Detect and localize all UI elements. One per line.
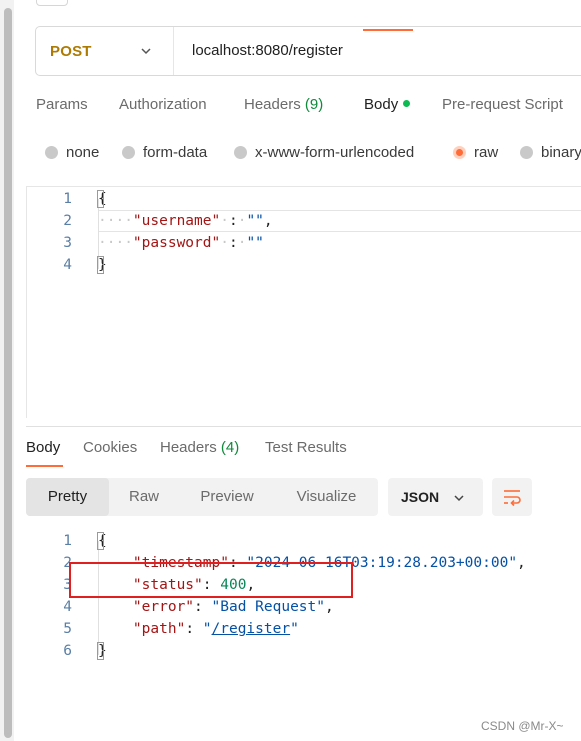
tab-label: Pre-request Script	[442, 96, 563, 113]
tab-pre-request-script[interactable]: Pre-request Script	[442, 96, 563, 113]
tab-authorization[interactable]: Authorization	[119, 96, 207, 113]
radio-dot	[45, 146, 58, 159]
tab-label: Authorization	[119, 96, 207, 113]
tab-label: Headers	[160, 439, 217, 456]
tab-count: (9)	[304, 96, 324, 113]
response-view-toggle: Pretty Raw Preview Visualize	[26, 478, 378, 516]
radio-raw[interactable]: raw	[453, 144, 498, 161]
tab-count: (4)	[220, 439, 240, 456]
view-raw-button[interactable]: Raw	[109, 478, 179, 516]
json-key: "path"	[132, 621, 186, 637]
request-body-editor[interactable]: 1 { 2 ····"username"·:·"", 3 ····"passwo…	[36, 188, 581, 418]
chevron-down-icon	[454, 495, 464, 502]
resp-tab-cookies[interactable]: Cookies	[83, 439, 137, 456]
json-value: ""	[246, 213, 264, 229]
editor-gutter-border	[26, 186, 27, 418]
active-tab-underline	[363, 29, 413, 31]
url-bar: POST localhost:8080/register	[35, 26, 581, 76]
line-number: 3	[63, 235, 72, 251]
tab-body[interactable]: Body	[364, 96, 411, 113]
radio-label: x-www-form-urlencoded	[255, 144, 415, 161]
json-value: ""	[246, 235, 264, 251]
tab-label: Test Results	[265, 439, 347, 456]
radio-none[interactable]: none	[45, 144, 99, 161]
json-value: "Bad Request"	[211, 599, 326, 615]
annotation-highlight-box	[69, 562, 353, 598]
pane-divider[interactable]	[26, 426, 581, 427]
line-number: 6	[63, 643, 72, 659]
format-label: JSON	[401, 489, 440, 505]
json-comma: ,	[263, 213, 273, 229]
tab-headers[interactable]: Headers (9)	[244, 96, 323, 113]
chevron-down-icon	[141, 48, 151, 55]
radio-label: none	[66, 144, 100, 161]
view-pretty-button[interactable]: Pretty	[26, 478, 109, 516]
line-number: 1	[63, 191, 72, 207]
method-label: POST	[50, 43, 92, 60]
view-visualize-button[interactable]: Visualize	[275, 478, 378, 516]
wrap-lines-icon	[504, 490, 521, 507]
resp-tab-test-results[interactable]: Test Results	[265, 439, 347, 456]
radio-dot	[234, 146, 247, 159]
format-select[interactable]: JSON	[388, 478, 483, 516]
brace-match-marker	[97, 532, 104, 550]
radio-dot	[520, 146, 533, 159]
left-scrollbar[interactable]	[0, 0, 14, 741]
url-input[interactable]: localhost:8080/register	[192, 42, 343, 59]
line-number: 4	[63, 599, 72, 615]
json-key: "username"	[132, 213, 221, 229]
resp-tab-headers[interactable]: Headers (4)	[160, 439, 239, 456]
response-tabs: Body Cookies Headers (4) Test Results	[26, 439, 581, 469]
active-tab-underline	[26, 465, 63, 467]
radio-dot	[122, 146, 135, 159]
json-quote: "	[290, 621, 299, 637]
radio-form-data[interactable]: form-data	[122, 144, 207, 161]
radio-x-www-form-urlencoded[interactable]: x-www-form-urlencoded	[234, 144, 414, 161]
radio-label: raw	[474, 144, 499, 161]
json-comma: ,	[325, 599, 334, 615]
line-number: 1	[63, 533, 72, 549]
line-number: 3	[63, 577, 72, 593]
request-tabs: Params Authorization Headers (9) Body Pr…	[36, 96, 581, 126]
radio-label: form-data	[143, 144, 208, 161]
tab-params[interactable]: Params	[36, 96, 88, 113]
view-preview-button[interactable]: Preview	[179, 478, 275, 516]
tab-label: Body	[26, 439, 61, 456]
json-quote: "	[202, 621, 212, 637]
resp-tab-body[interactable]: Body	[26, 439, 60, 456]
line-number: 5	[63, 621, 72, 637]
wrap-lines-button[interactable]	[492, 478, 532, 516]
top-control	[36, 0, 68, 6]
json-key: "error"	[132, 599, 195, 615]
scrollbar-thumb[interactable]	[4, 8, 12, 738]
body-type-radios: none form-data x-www-form-urlencoded raw…	[45, 144, 581, 164]
line-number: 2	[63, 213, 72, 229]
editor-top-divider	[26, 186, 581, 187]
brace-match-marker	[97, 190, 104, 208]
brace-match-marker	[97, 642, 104, 660]
response-body-viewer[interactable]: 1 { 2 "timestamp": "2024-06-16T03:19:28.…	[36, 530, 581, 670]
radio-binary[interactable]: binary	[520, 144, 581, 161]
radio-label: binary	[541, 144, 581, 161]
json-comma: ,	[517, 555, 526, 571]
tab-label: Cookies	[83, 439, 138, 456]
tab-label: Params	[36, 96, 88, 113]
path-link[interactable]: /register	[212, 621, 291, 637]
line-number: 2	[63, 555, 72, 571]
body-indicator-dot	[403, 100, 411, 107]
radio-dot	[453, 146, 466, 159]
tab-label: Headers	[244, 96, 301, 113]
json-key: "password"	[132, 235, 221, 251]
method-selector[interactable]: POST	[36, 27, 174, 75]
watermark: CSDN @Mr-X~	[481, 719, 564, 733]
tab-label: Body	[364, 96, 399, 113]
line-number: 4	[63, 257, 72, 273]
brace-match-marker	[97, 256, 104, 274]
